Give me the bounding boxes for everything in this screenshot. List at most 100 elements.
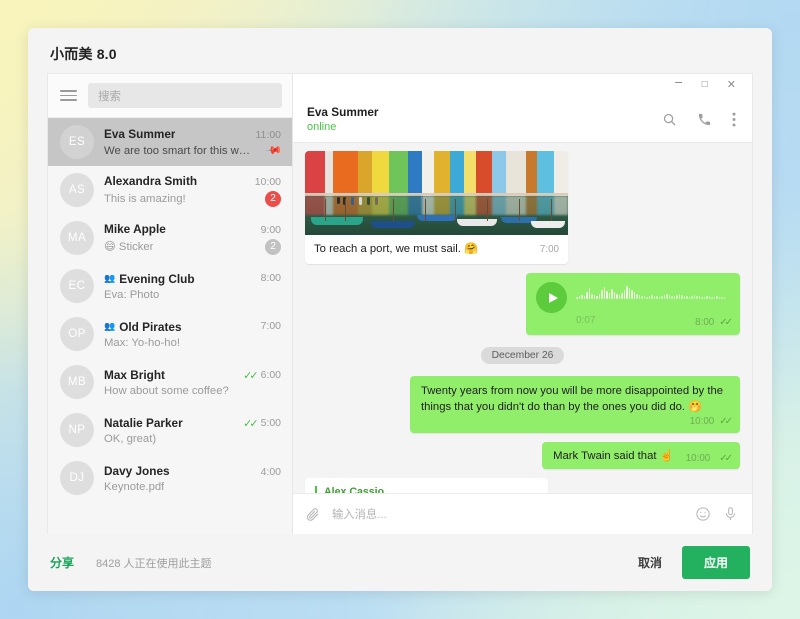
chat-item-name-text: Max Bright bbox=[104, 368, 165, 382]
group-icon: 👥 bbox=[104, 273, 115, 284]
chat-item-subrow: Max: Yo-ho-ho! bbox=[104, 337, 281, 349]
chat-item-name-text: Old Pirates bbox=[119, 320, 181, 334]
chat-item-preview: 😄 Sticker bbox=[104, 240, 153, 253]
chat-list-item[interactable]: DJ Davy Jones 4:00 Keynote.pdf bbox=[48, 454, 292, 502]
chat-item-name: Davy Jones bbox=[104, 464, 170, 478]
chat-item-time: 10:00 bbox=[255, 176, 281, 188]
avatar: NP bbox=[60, 413, 94, 447]
photo-message-bubble[interactable]: To reach a port, we must sail. 🤗 7:00 bbox=[305, 151, 568, 264]
read-receipt-icon: ✓✓ bbox=[719, 317, 730, 328]
chat-list-item[interactable]: ASAlexandra Smith10:00This is amazing!2 bbox=[48, 166, 292, 214]
chat-sidebar: 搜索 ESEva Summer11:00We are too smart for… bbox=[48, 74, 293, 534]
chat-list-item[interactable]: NPNatalie Parker✓✓5:00OK, great) bbox=[48, 406, 292, 454]
message-row-outgoing-quote: Twenty years from now you will be more d… bbox=[305, 376, 740, 433]
minimize-icon[interactable]: − bbox=[675, 75, 683, 89]
chat-item-body: 👥Evening Club8:00 Eva: Photo bbox=[104, 272, 281, 301]
avatar: DJ bbox=[60, 461, 94, 495]
chat-list-item[interactable]: OP 👥 Old Pirates 7:00 Max: Yo-ho-ho! bbox=[48, 310, 292, 358]
more-vertical-icon[interactable] bbox=[732, 112, 736, 127]
chat-item-body: Natalie Parker✓✓5:00OK, great) bbox=[104, 416, 281, 445]
message-time: 10:00 bbox=[678, 453, 711, 464]
quoted-message[interactable]: Alex Cassio Mark Twain said that ☝️ bbox=[315, 486, 538, 493]
unread-badge: 2 bbox=[265, 239, 281, 255]
chat-item-body: Mike Apple 9:00 😄 Sticker 2 bbox=[104, 222, 281, 255]
chat-header: Eva Summer online bbox=[293, 96, 752, 143]
chat-item-header: 👥Evening Club8:00 bbox=[104, 272, 281, 286]
apply-button[interactable]: 应用 bbox=[682, 546, 750, 579]
chat-item-subrow: We are too smart for this world. …📌 bbox=[104, 144, 281, 157]
footer-actions: 取消 应用 bbox=[638, 546, 750, 579]
chat-item-time: 8:00 bbox=[261, 272, 281, 284]
chat-item-meta: 10:00 bbox=[249, 176, 281, 188]
photo-caption: To reach a port, we must sail. 🤗 7:00 bbox=[305, 235, 568, 264]
read-receipt-icon: ✓✓ bbox=[243, 417, 255, 430]
chat-item-name-text: Natalie Parker bbox=[104, 416, 183, 430]
chat-item-subrow: Eva: Photo bbox=[104, 289, 281, 301]
chat-item-preview: This is amazing! bbox=[104, 193, 186, 205]
chat-item-preview: How about some coffee? bbox=[104, 385, 229, 397]
chat-item-preview: Keynote.pdf bbox=[104, 481, 164, 493]
avatar: EC bbox=[60, 269, 94, 303]
play-button[interactable] bbox=[536, 282, 567, 313]
chat-item-preview: OK, great) bbox=[104, 433, 156, 445]
chat-item-name: Max Bright bbox=[104, 368, 165, 382]
share-button[interactable]: 分享 bbox=[50, 554, 74, 571]
message-text: To reach a port, we must sail. 🤗 bbox=[314, 241, 478, 257]
play-icon bbox=[549, 293, 558, 303]
chat-item-meta: ✓✓6:00 bbox=[237, 369, 281, 382]
avatar: OP bbox=[60, 317, 94, 351]
message-input[interactable]: 输入消息... bbox=[332, 506, 683, 522]
chat-list-item[interactable]: MAMike Apple9:00😄 Sticker2 bbox=[48, 214, 292, 262]
cancel-button[interactable]: 取消 bbox=[638, 554, 662, 571]
chat-item-subrow: How about some coffee? bbox=[104, 385, 281, 397]
message-list[interactable]: To reach a port, we must sail. 🤗 7:00 0:… bbox=[293, 143, 752, 493]
message-row-outgoing-attribution: Mark Twain said that ☝️ 10:00 ✓✓ bbox=[305, 442, 740, 469]
chat-item-meta: 4:00 bbox=[255, 466, 281, 478]
chat-item-meta: 7:00 bbox=[255, 320, 281, 332]
chat-item-name: Natalie Parker bbox=[104, 416, 183, 430]
waveform[interactable] bbox=[576, 284, 730, 299]
avatar: ES bbox=[60, 125, 94, 159]
microphone-icon[interactable] bbox=[723, 506, 738, 522]
chat-list-item[interactable]: ESEva Summer11:00We are too smart for th… bbox=[48, 118, 292, 166]
date-separator: December 26 bbox=[305, 347, 740, 364]
search-input[interactable]: 搜索 bbox=[88, 83, 282, 108]
chat-item-time: 7:00 bbox=[261, 320, 281, 332]
photo-attachment[interactable] bbox=[305, 151, 568, 235]
reply-message-bubble[interactable]: Alex Cassio Mark Twain said that ☝️ We a… bbox=[305, 478, 548, 493]
quote-message-bubble[interactable]: Twenty years from now you will be more d… bbox=[410, 376, 740, 433]
quoted-author: Alex Cassio bbox=[324, 486, 538, 493]
chat-item-header: Mike Apple 9:00 bbox=[104, 222, 281, 236]
close-icon[interactable]: ✕ bbox=[727, 80, 736, 91]
search-icon[interactable] bbox=[662, 112, 677, 127]
voice-message-bubble[interactable]: 0:07 8:00 ✓✓ bbox=[526, 273, 740, 335]
pin-icon: 📌 bbox=[265, 141, 284, 160]
messenger-window: 搜索 ESEva Summer11:00We are too smart for… bbox=[48, 74, 752, 534]
chat-item-time: 4:00 bbox=[261, 466, 281, 478]
chat-list-item[interactable]: MBMax Bright✓✓6:00How about some coffee? bbox=[48, 358, 292, 406]
chat-item-name: 👥 Old Pirates bbox=[104, 320, 182, 334]
read-receipt-icon: ✓✓ bbox=[719, 416, 730, 427]
hamburger-icon[interactable] bbox=[60, 90, 77, 101]
chat-status: online bbox=[307, 121, 378, 133]
attribution-message-bubble[interactable]: Mark Twain said that ☝️ 10:00 ✓✓ bbox=[542, 442, 740, 469]
call-icon[interactable] bbox=[697, 112, 712, 127]
page-title: 小而美 8.0 bbox=[50, 44, 117, 64]
chat-title: Eva Summer bbox=[307, 105, 378, 119]
message-text: Mark Twain said that ☝️ bbox=[553, 448, 674, 464]
paperclip-icon[interactable] bbox=[305, 507, 320, 522]
chat-item-meta: 9:00 bbox=[255, 224, 281, 236]
chat-item-body: Davy Jones 4:00 Keynote.pdf bbox=[104, 464, 281, 493]
chat-item-name-text: Mike Apple bbox=[104, 222, 166, 236]
group-icon: 👥 bbox=[104, 321, 115, 332]
chat-item-name-text: Eva Summer bbox=[104, 127, 175, 141]
maximize-icon[interactable]: □ bbox=[702, 80, 708, 90]
chat-header-actions bbox=[662, 112, 736, 127]
chat-item-name: Mike Apple bbox=[104, 222, 166, 236]
read-receipt-icon: ✓✓ bbox=[243, 369, 255, 382]
theme-preview-card: 小而美 8.0 搜索 ESEva Summer11:00We are too s… bbox=[28, 28, 772, 591]
chat-panel: − □ ✕ Eva Summer online bbox=[293, 74, 752, 534]
smiley-icon[interactable] bbox=[695, 506, 711, 522]
chat-list-item[interactable]: EC 👥Evening Club8:00 Eva: Photo bbox=[48, 262, 292, 310]
chat-list[interactable]: ESEva Summer11:00We are too smart for th… bbox=[48, 118, 292, 534]
